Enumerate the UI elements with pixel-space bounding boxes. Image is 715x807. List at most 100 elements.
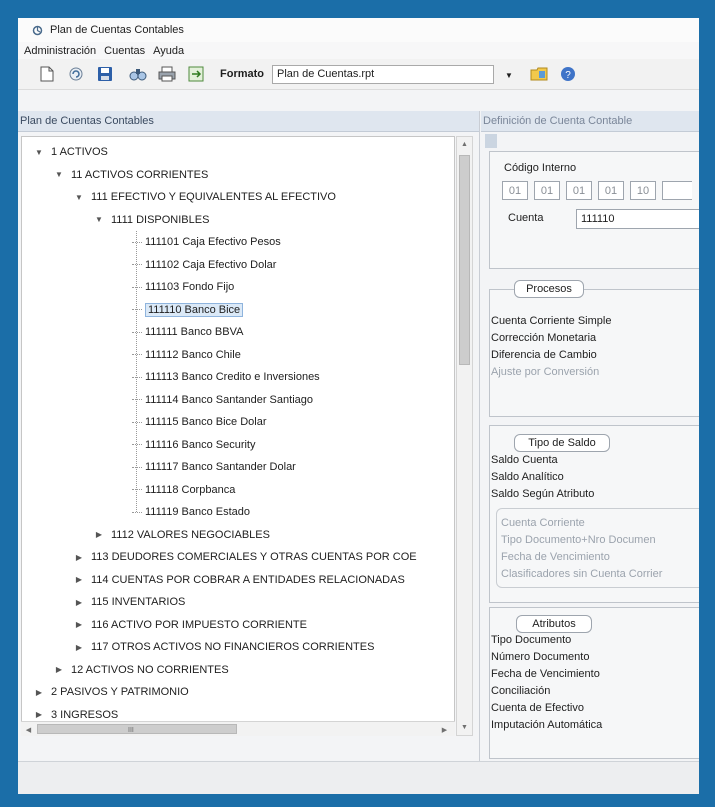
scroll-down-icon[interactable]: ▼ <box>457 720 472 735</box>
scroll-up-icon[interactable]: ▲ <box>457 137 472 152</box>
print-button[interactable] <box>156 63 178 85</box>
help-icon: ? <box>561 67 575 81</box>
option-item[interactable]: Cuenta Corriente <box>501 515 662 532</box>
scroll-right-icon[interactable]: ▶ <box>437 722 452 737</box>
expand-arrow-right-icon[interactable]: ▶ <box>72 553 86 562</box>
tree-connector <box>132 241 142 243</box>
option-item[interactable]: Conciliación <box>491 683 602 700</box>
expand-arrow-right-icon[interactable]: ▶ <box>72 620 86 629</box>
code-segment-1[interactable]: 01 <box>502 181 528 200</box>
expand-arrow-right-icon[interactable]: ▶ <box>72 598 86 607</box>
tree-node[interactable]: ▶ 12 ACTIVOS NO CORRIENTES <box>52 659 229 681</box>
menu-cuentas[interactable]: Cuentas <box>100 45 149 57</box>
expand-arrow-right-icon[interactable]: ▶ <box>32 688 46 697</box>
tree-leaf[interactable]: 111102 Caja Efectivo Dolar <box>132 254 276 276</box>
procesos-legend: Procesos <box>514 280 584 298</box>
expand-arrow-right-icon[interactable]: ▶ <box>52 665 66 674</box>
tree-leaf[interactable]: 111112 Banco Chile <box>132 344 241 366</box>
tree-node[interactable]: ▶ 2 PASIVOS Y PATRIMONIO <box>32 681 189 703</box>
scroll-grip: III <box>128 727 134 734</box>
tree-leaf[interactable]: 111119 Banco Estado <box>132 501 250 523</box>
vertical-scroll-thumb[interactable] <box>459 155 470 365</box>
export-button[interactable] <box>185 63 207 85</box>
tree-leaf[interactable]: 111113 Banco Credito e Inversiones <box>132 366 320 388</box>
scroll-left-icon[interactable]: ◀ <box>21 722 36 737</box>
option-item[interactable]: Clasificadores sin Cuenta Corrier <box>501 566 662 583</box>
panel-tab[interactable] <box>485 134 497 148</box>
option-item[interactable]: Imputación Automática <box>491 717 602 734</box>
procesos-group: Procesos Cuenta Corriente Simple Correcci… <box>489 280 699 417</box>
chevron-down-icon[interactable]: ▼ <box>499 66 519 85</box>
save-button[interactable] <box>94 63 116 85</box>
accounts-tree[interactable]: ▼ 1 ACTIVOS ▼ 11 ACTIVOS CORRIENTES ▼ 111 EFE… <box>21 136 455 736</box>
code-segment-3[interactable]: 01 <box>566 181 592 200</box>
option-item[interactable]: Corrección Monetaria <box>491 330 611 347</box>
expand-arrow-down-icon[interactable]: ▼ <box>32 148 46 157</box>
tree-leaf[interactable]: 111110 Banco Bice <box>132 299 244 321</box>
code-segment-6[interactable] <box>662 181 692 200</box>
report-folder-button[interactable] <box>528 63 550 85</box>
new-button[interactable] <box>36 63 58 85</box>
menu-administracion[interactable]: Administración <box>20 45 100 57</box>
option-item[interactable]: Cuenta Corriente Simple <box>491 313 611 330</box>
expand-arrow-right-icon[interactable]: ▶ <box>72 643 86 652</box>
tree-node[interactable]: ▶ 1112 VALORES NEGOCIABLES <box>92 524 270 546</box>
tree-leaf[interactable]: 111101 Caja Efectivo Pesos <box>132 231 281 253</box>
tree-node[interactable]: ▼ 1111 DISPONIBLES <box>92 209 209 231</box>
cuenta-field[interactable]: 111110 <box>576 209 699 229</box>
tree-leaf[interactable]: 111116 Banco Security <box>132 434 255 456</box>
horizontal-scroll-thumb[interactable]: III <box>37 724 237 734</box>
tree-horizontal-scrollbar[interactable]: ◀ III ▶ <box>21 721 455 736</box>
menu-ayuda[interactable]: Ayuda <box>149 45 188 57</box>
option-item[interactable]: Saldo Según Atributo <box>491 486 594 503</box>
help-button[interactable]: ? <box>557 63 579 85</box>
tree-connector <box>132 466 142 468</box>
tree-node[interactable]: ▶ 114 CUENTAS POR COBRAR A ENTIDADES RELA… <box>72 569 405 591</box>
tree-node-label: 3 INGRESOS <box>51 708 119 721</box>
tree-leaf[interactable]: 111103 Fondo Fijo <box>132 276 234 298</box>
tree-leaf[interactable]: 111111 Banco BBVA <box>132 321 243 343</box>
option-item[interactable]: Número Documento <box>491 649 602 666</box>
formato-select[interactable]: Plan de Cuentas.rpt ▼ <box>272 64 513 84</box>
find-button[interactable] <box>127 63 149 85</box>
tree-vertical-scrollbar[interactable]: ▲ ▼ <box>456 136 473 736</box>
option-item[interactable]: Tipo Documento <box>491 632 602 649</box>
code-segment-5[interactable]: 10 <box>630 181 656 200</box>
tree-node-label: 111103 Fondo Fijo <box>145 281 235 293</box>
expand-arrow-right-icon[interactable]: ▶ <box>72 575 86 584</box>
code-segment-2[interactable]: 01 <box>534 181 560 200</box>
tree-node[interactable]: ▼ 111 EFECTIVO Y EQUIVALENTES AL EFECTIVO <box>72 186 336 208</box>
tree-leaf[interactable]: 111115 Banco Bice Dolar <box>132 411 266 433</box>
expand-arrow-down-icon[interactable]: ▼ <box>72 193 86 202</box>
expand-arrow-down-icon[interactable]: ▼ <box>52 170 66 179</box>
saldo-atributo-options: Cuenta Corriente Tipo Documento+Nro Docum… <box>501 515 662 583</box>
code-segment-4[interactable]: 01 <box>598 181 624 200</box>
option-item[interactable]: Fecha de Vencimiento <box>491 666 602 683</box>
option-item[interactable]: Fecha de Vencimiento <box>501 549 662 566</box>
tree-node[interactable]: ▼ 1 ACTIVOS <box>32 141 108 163</box>
account-definition-panel: Definición de Cuenta Contable Código Int… <box>481 111 699 761</box>
expand-arrow-right-icon[interactable]: ▶ <box>32 710 46 719</box>
tree-node[interactable]: ▶ 117 OTROS ACTIVOS NO FINANCIEROS CORRIE… <box>72 636 374 658</box>
option-item[interactable]: Diferencia de Cambio <box>491 347 611 364</box>
expand-arrow-down-icon[interactable]: ▼ <box>92 215 106 224</box>
refresh-button[interactable] <box>65 63 87 85</box>
tree-node[interactable]: ▼ 11 ACTIVOS CORRIENTES <box>52 164 208 186</box>
tree-leaf[interactable]: 111118 Corpbanca <box>132 479 235 501</box>
menu-bar: Administración Cuentas Ayuda <box>18 42 699 59</box>
tree-node[interactable]: ▶ 116 ACTIVO POR IMPUESTO CORRIENTE <box>72 614 307 636</box>
tree-leaf[interactable]: 111117 Banco Santander Dolar <box>132 456 296 478</box>
option-item[interactable]: Ajuste por Conversión <box>491 364 611 381</box>
tree-leaf[interactable]: 111114 Banco Santander Santiago <box>132 389 313 411</box>
option-item[interactable]: Tipo Documento+Nro Documen <box>501 532 662 549</box>
tree-node-label: 111119 Banco Estado <box>145 506 250 518</box>
tree-node-label: 1111 DISPONIBLES <box>111 213 210 226</box>
option-item[interactable]: Saldo Analítico <box>491 469 594 486</box>
option-item[interactable]: Cuenta de Efectivo <box>491 700 602 717</box>
tree-node[interactable]: ▶ 113 DEUDORES COMERCIALES Y OTRAS CUENTA… <box>72 546 417 568</box>
toolbar: Formato Plan de Cuentas.rpt ▼ ? <box>18 59 699 90</box>
tree-node[interactable]: ▶ 115 INVENTARIOS <box>72 591 185 613</box>
formato-value: Plan de Cuentas.rpt <box>277 68 375 80</box>
option-item[interactable]: Saldo Cuenta <box>491 452 594 469</box>
expand-arrow-right-icon[interactable]: ▶ <box>92 530 106 539</box>
